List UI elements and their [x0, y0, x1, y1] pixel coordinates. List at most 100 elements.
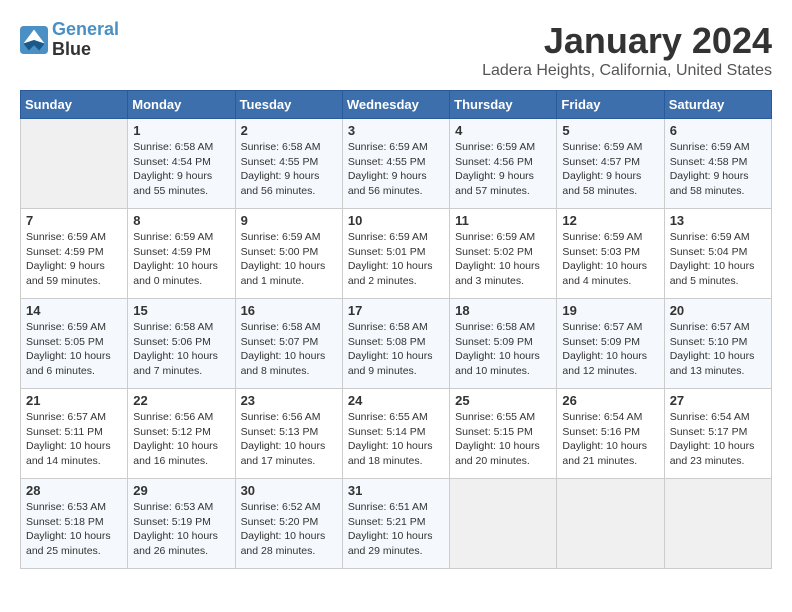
calendar-cell: 9 Sunrise: 6:59 AM Sunset: 5:00 PM Daylig…: [235, 209, 342, 299]
day-number: 2: [241, 123, 337, 138]
calendar-week-row: 28 Sunrise: 6:53 AM Sunset: 5:18 PM Dayli…: [21, 479, 772, 569]
day-number: 7: [26, 213, 122, 228]
calendar-cell: 1Sunrise: 6:58 AM Sunset: 4:54 PM Daylig…: [128, 119, 235, 209]
day-number: 12: [562, 213, 658, 228]
day-info: Sunrise: 6:59 AM Sunset: 4:58 PM Dayligh…: [670, 140, 766, 199]
calendar-cell: 11 Sunrise: 6:59 AM Sunset: 5:02 PM Dayli…: [450, 209, 557, 299]
calendar-cell: 19 Sunrise: 6:57 AM Sunset: 5:09 PM Dayli…: [557, 299, 664, 389]
day-number: 13: [670, 213, 766, 228]
header-wednesday: Wednesday: [342, 91, 449, 119]
day-info: Sunrise: 6:59 AM Sunset: 5:02 PM Dayligh…: [455, 230, 551, 289]
calendar-cell: 13 Sunrise: 6:59 AM Sunset: 5:04 PM Dayli…: [664, 209, 771, 299]
day-number: 11: [455, 213, 551, 228]
day-number: 8: [133, 213, 229, 228]
day-number: 15: [133, 303, 229, 318]
calendar-cell: 7 Sunrise: 6:59 AM Sunset: 4:59 PM Daylig…: [21, 209, 128, 299]
calendar-header-row: SundayMondayTuesdayWednesdayThursdayFrid…: [21, 91, 772, 119]
month-title: January 2024: [482, 20, 772, 62]
day-info: Sunrise: 6:59 AM Sunset: 5:01 PM Dayligh…: [348, 230, 444, 289]
day-info: Sunrise: 6:59 AM Sunset: 5:00 PM Dayligh…: [241, 230, 337, 289]
day-info: Sunrise: 6:55 AM Sunset: 5:14 PM Dayligh…: [348, 410, 444, 469]
day-number: 17: [348, 303, 444, 318]
day-number: 6: [670, 123, 766, 138]
day-number: 5: [562, 123, 658, 138]
day-info: Sunrise: 6:51 AM Sunset: 5:21 PM Dayligh…: [348, 500, 444, 559]
day-info: Sunrise: 6:57 AM Sunset: 5:11 PM Dayligh…: [26, 410, 122, 469]
logo-icon: [20, 26, 48, 54]
header-friday: Friday: [557, 91, 664, 119]
day-number: 23: [241, 393, 337, 408]
day-info: Sunrise: 6:58 AM Sunset: 4:54 PM Dayligh…: [133, 140, 229, 199]
header-tuesday: Tuesday: [235, 91, 342, 119]
calendar-cell: 31Sunrise: 6:51 AM Sunset: 5:21 PM Dayli…: [342, 479, 449, 569]
calendar-cell: 10Sunrise: 6:59 AM Sunset: 5:01 PM Dayli…: [342, 209, 449, 299]
calendar-week-row: 7 Sunrise: 6:59 AM Sunset: 4:59 PM Daylig…: [21, 209, 772, 299]
day-info: Sunrise: 6:58 AM Sunset: 5:09 PM Dayligh…: [455, 320, 551, 379]
calendar-cell: 24Sunrise: 6:55 AM Sunset: 5:14 PM Dayli…: [342, 389, 449, 479]
day-number: 18: [455, 303, 551, 318]
calendar-cell: [664, 479, 771, 569]
day-info: Sunrise: 6:59 AM Sunset: 4:57 PM Dayligh…: [562, 140, 658, 199]
calendar-cell: 2Sunrise: 6:58 AM Sunset: 4:55 PM Daylig…: [235, 119, 342, 209]
header-sunday: Sunday: [21, 91, 128, 119]
day-number: 22: [133, 393, 229, 408]
day-info: Sunrise: 6:59 AM Sunset: 4:55 PM Dayligh…: [348, 140, 444, 199]
calendar-cell: [21, 119, 128, 209]
day-info: Sunrise: 6:56 AM Sunset: 5:12 PM Dayligh…: [133, 410, 229, 469]
header-monday: Monday: [128, 91, 235, 119]
calendar-cell: 5 Sunrise: 6:59 AM Sunset: 4:57 PM Daylig…: [557, 119, 664, 209]
day-info: Sunrise: 6:54 AM Sunset: 5:17 PM Dayligh…: [670, 410, 766, 469]
calendar-cell: 8Sunrise: 6:59 AM Sunset: 4:59 PM Daylig…: [128, 209, 235, 299]
calendar-cell: 15 Sunrise: 6:58 AM Sunset: 5:06 PM Dayli…: [128, 299, 235, 389]
day-number: 29: [133, 483, 229, 498]
logo-text: General Blue: [52, 20, 119, 60]
day-number: 20: [670, 303, 766, 318]
day-info: Sunrise: 6:57 AM Sunset: 5:09 PM Dayligh…: [562, 320, 658, 379]
calendar-cell: 21 Sunrise: 6:57 AM Sunset: 5:11 PM Dayli…: [21, 389, 128, 479]
calendar-cell: 12 Sunrise: 6:59 AM Sunset: 5:03 PM Dayli…: [557, 209, 664, 299]
day-info: Sunrise: 6:59 AM Sunset: 4:59 PM Dayligh…: [26, 230, 122, 289]
day-info: Sunrise: 6:59 AM Sunset: 5:03 PM Dayligh…: [562, 230, 658, 289]
calendar-week-row: 14 Sunrise: 6:59 AM Sunset: 5:05 PM Dayli…: [21, 299, 772, 389]
logo: General Blue: [20, 20, 119, 60]
calendar-cell: 20 Sunrise: 6:57 AM Sunset: 5:10 PM Dayli…: [664, 299, 771, 389]
day-info: Sunrise: 6:52 AM Sunset: 5:20 PM Dayligh…: [241, 500, 337, 559]
calendar-cell: 29Sunrise: 6:53 AM Sunset: 5:19 PM Dayli…: [128, 479, 235, 569]
day-info: Sunrise: 6:55 AM Sunset: 5:15 PM Dayligh…: [455, 410, 551, 469]
calendar-cell: 4Sunrise: 6:59 AM Sunset: 4:56 PM Daylig…: [450, 119, 557, 209]
day-number: 28: [26, 483, 122, 498]
calendar-cell: 30 Sunrise: 6:52 AM Sunset: 5:20 PM Dayli…: [235, 479, 342, 569]
day-number: 30: [241, 483, 337, 498]
calendar-cell: 6 Sunrise: 6:59 AM Sunset: 4:58 PM Daylig…: [664, 119, 771, 209]
day-number: 19: [562, 303, 658, 318]
day-info: Sunrise: 6:59 AM Sunset: 5:05 PM Dayligh…: [26, 320, 122, 379]
day-number: 21: [26, 393, 122, 408]
day-info: Sunrise: 6:59 AM Sunset: 4:56 PM Dayligh…: [455, 140, 551, 199]
day-info: Sunrise: 6:57 AM Sunset: 5:10 PM Dayligh…: [670, 320, 766, 379]
header-saturday: Saturday: [664, 91, 771, 119]
calendar-cell: 23 Sunrise: 6:56 AM Sunset: 5:13 PM Dayli…: [235, 389, 342, 479]
day-info: Sunrise: 6:53 AM Sunset: 5:18 PM Dayligh…: [26, 500, 122, 559]
day-info: Sunrise: 6:58 AM Sunset: 5:07 PM Dayligh…: [241, 320, 337, 379]
calendar-cell: 17 Sunrise: 6:58 AM Sunset: 5:08 PM Dayli…: [342, 299, 449, 389]
day-number: 25: [455, 393, 551, 408]
day-number: 9: [241, 213, 337, 228]
day-info: Sunrise: 6:54 AM Sunset: 5:16 PM Dayligh…: [562, 410, 658, 469]
calendar-week-row: 1Sunrise: 6:58 AM Sunset: 4:54 PM Daylig…: [21, 119, 772, 209]
calendar-cell: 16Sunrise: 6:58 AM Sunset: 5:07 PM Dayli…: [235, 299, 342, 389]
calendar-cell: 28 Sunrise: 6:53 AM Sunset: 5:18 PM Dayli…: [21, 479, 128, 569]
calendar-cell: 25 Sunrise: 6:55 AM Sunset: 5:15 PM Dayli…: [450, 389, 557, 479]
day-info: Sunrise: 6:59 AM Sunset: 5:04 PM Dayligh…: [670, 230, 766, 289]
page-header: General Blue January 2024 Ladera Heights…: [20, 20, 772, 80]
calendar-cell: 26Sunrise: 6:54 AM Sunset: 5:16 PM Dayli…: [557, 389, 664, 479]
header-thursday: Thursday: [450, 91, 557, 119]
day-info: Sunrise: 6:58 AM Sunset: 5:08 PM Dayligh…: [348, 320, 444, 379]
day-info: Sunrise: 6:58 AM Sunset: 5:06 PM Dayligh…: [133, 320, 229, 379]
calendar-cell: 14 Sunrise: 6:59 AM Sunset: 5:05 PM Dayli…: [21, 299, 128, 389]
title-block: January 2024 Ladera Heights, California,…: [482, 20, 772, 80]
day-number: 14: [26, 303, 122, 318]
calendar-cell: 27Sunrise: 6:54 AM Sunset: 5:17 PM Dayli…: [664, 389, 771, 479]
day-info: Sunrise: 6:56 AM Sunset: 5:13 PM Dayligh…: [241, 410, 337, 469]
location-subtitle: Ladera Heights, California, United State…: [482, 62, 772, 80]
day-number: 3: [348, 123, 444, 138]
